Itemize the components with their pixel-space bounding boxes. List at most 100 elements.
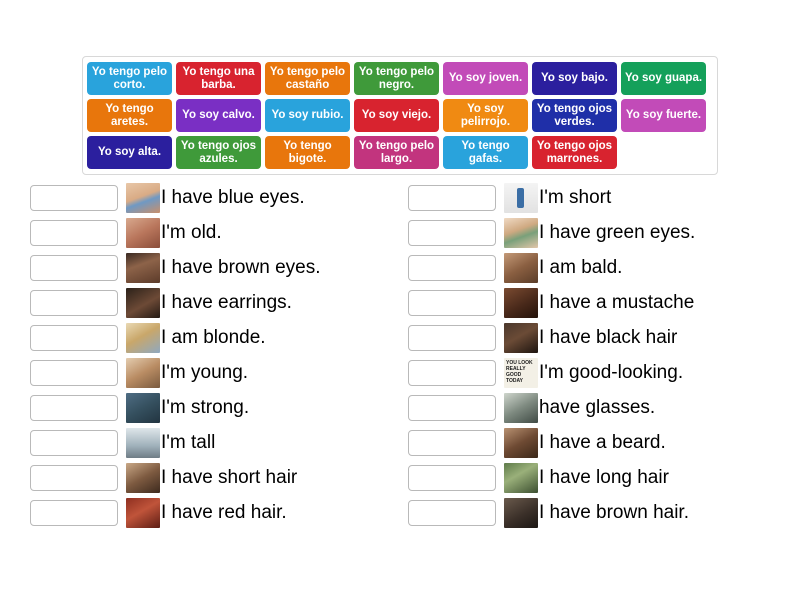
answer-label: I have a mustache	[539, 292, 695, 313]
drop-slot[interactable]	[408, 499, 496, 526]
drop-slot[interactable]	[408, 184, 496, 211]
answer-row: I'm young.	[30, 355, 400, 390]
answer-row: I am bald.	[408, 250, 788, 285]
word-chip[interactable]: Yo soy guapa.	[621, 62, 706, 95]
word-chip[interactable]: Yo tengo pelo negro.	[354, 62, 439, 95]
answer-label: I'm short	[539, 187, 612, 208]
tall-person-photo-icon	[126, 427, 160, 458]
green-eyes-photo-icon	[504, 217, 538, 248]
strong-person-photo-icon	[126, 392, 160, 423]
short-hair-photo-icon	[126, 462, 160, 493]
drop-slot[interactable]	[30, 394, 118, 421]
word-chip[interactable]: Yo tengo bigote.	[265, 136, 350, 169]
drop-slot[interactable]	[408, 324, 496, 351]
drop-slot[interactable]	[408, 289, 496, 316]
answer-label: I'm good-looking.	[539, 362, 684, 383]
answer-label: I have blue eyes.	[161, 187, 305, 208]
long-hair-photo-icon	[504, 462, 538, 493]
old-man-photo-icon	[126, 217, 160, 248]
drop-slot[interactable]	[30, 289, 118, 316]
answer-row: I have black hair	[408, 320, 788, 355]
drop-slot[interactable]	[30, 324, 118, 351]
word-chip[interactable]: Yo soy viejo.	[354, 99, 439, 132]
answer-row: I have long hair	[408, 460, 788, 495]
word-chip[interactable]: Yo tengo una barba.	[176, 62, 261, 95]
drop-slot[interactable]	[30, 184, 118, 211]
word-chip[interactable]: Yo tengo ojos azules.	[176, 136, 261, 169]
glasses-photo-icon	[504, 392, 538, 423]
answer-label: I have long hair	[539, 467, 669, 488]
word-chip[interactable]: Yo soy alta.	[87, 136, 172, 169]
word-chip[interactable]: Yo soy joven.	[443, 62, 528, 95]
word-chip[interactable]: Yo soy pelirrojo.	[443, 99, 528, 132]
drop-slot[interactable]	[30, 464, 118, 491]
word-bank-row: Yo tengo aretes. Yo soy calvo. Yo soy rubi…	[87, 99, 713, 132]
bald-man-photo-icon	[504, 252, 538, 283]
black-hair-photo-icon	[504, 322, 538, 353]
mustache-photo-icon	[504, 287, 538, 318]
word-chip[interactable]: Yo soy calvo.	[176, 99, 261, 132]
drop-slot[interactable]	[408, 429, 496, 456]
earrings-photo-icon	[126, 287, 160, 318]
brown-eyes-photo-icon	[126, 252, 160, 283]
drop-slot[interactable]	[30, 359, 118, 386]
answer-label: I am blonde.	[161, 327, 266, 348]
word-chip[interactable]: Yo tengo pelo corto.	[87, 62, 172, 95]
answer-row: I'm strong.	[30, 390, 400, 425]
answer-label: I'm old.	[161, 222, 222, 243]
answer-row: I have a mustache	[408, 285, 788, 320]
answer-label: I have brown eyes.	[161, 257, 321, 278]
drop-slot[interactable]	[408, 394, 496, 421]
drop-slot[interactable]	[408, 359, 496, 386]
word-chip[interactable]: Yo soy rubio.	[265, 99, 350, 132]
answers-left-column: I have blue eyes. I'm old. I have brown ey…	[30, 180, 400, 530]
word-chip[interactable]: Yo soy fuerte.	[621, 99, 706, 132]
word-chip[interactable]: Yo tengo gafas.	[443, 136, 528, 169]
word-chip[interactable]: Yo tengo ojos marrones.	[532, 136, 617, 169]
answer-row: I have green eyes.	[408, 215, 788, 250]
answer-label: I have red hair.	[161, 502, 287, 523]
brown-hair-photo-icon	[504, 497, 538, 528]
drop-slot[interactable]	[408, 254, 496, 281]
answer-label: I have green eyes.	[539, 222, 696, 243]
word-bank-row: Yo soy alta. Yo tengo ojos azules. Yo teng…	[87, 136, 713, 169]
answer-row: I'm good-looking.	[408, 355, 788, 390]
young-person-photo-icon	[126, 357, 160, 388]
word-chip[interactable]: Yo tengo ojos verdes.	[532, 99, 617, 132]
drop-slot[interactable]	[30, 254, 118, 281]
answer-row: I have red hair.	[30, 495, 400, 530]
matching-activity: Yo tengo pelo corto. Yo tengo una barba. Y…	[0, 0, 800, 600]
beard-photo-icon	[504, 427, 538, 458]
drop-slot[interactable]	[30, 499, 118, 526]
answer-row: I have brown eyes.	[30, 250, 400, 285]
answer-row: I have brown hair.	[408, 495, 788, 530]
drop-slot[interactable]	[30, 429, 118, 456]
answer-row: I'm short	[408, 180, 788, 215]
word-chip[interactable]: Yo tengo pelo castaño	[265, 62, 350, 95]
answer-row: have glasses.	[408, 390, 788, 425]
answers-right-column: I'm short I have green eyes. I am bald. I h…	[408, 180, 788, 530]
word-chip[interactable]: Yo soy bajo.	[532, 62, 617, 95]
answer-label: I'm strong.	[161, 397, 250, 418]
answer-row: I am blonde.	[30, 320, 400, 355]
drop-slot[interactable]	[408, 464, 496, 491]
answer-row: I have earrings.	[30, 285, 400, 320]
red-hair-photo-icon	[126, 497, 160, 528]
answer-label: have glasses.	[539, 397, 656, 418]
drop-slot[interactable]	[408, 219, 496, 246]
answer-row: I'm tall	[30, 425, 400, 460]
word-chip[interactable]: Yo tengo aretes.	[87, 99, 172, 132]
answer-label: I am bald.	[539, 257, 623, 278]
answer-label: I have a beard.	[539, 432, 666, 453]
answer-row: I have blue eyes.	[30, 180, 400, 215]
answer-label: I have earrings.	[161, 292, 292, 313]
good-looking-note-photo-icon	[504, 357, 538, 388]
word-chip[interactable]: Yo tengo pelo largo.	[354, 136, 439, 169]
answer-label: I'm tall	[161, 432, 216, 453]
answer-label: I'm young.	[161, 362, 249, 383]
answer-row: I have a beard.	[408, 425, 788, 460]
drop-slot[interactable]	[30, 219, 118, 246]
word-bank: Yo tengo pelo corto. Yo tengo una barba. Y…	[82, 56, 718, 175]
answer-row: I'm old.	[30, 215, 400, 250]
answer-label: I have short hair	[161, 467, 298, 488]
